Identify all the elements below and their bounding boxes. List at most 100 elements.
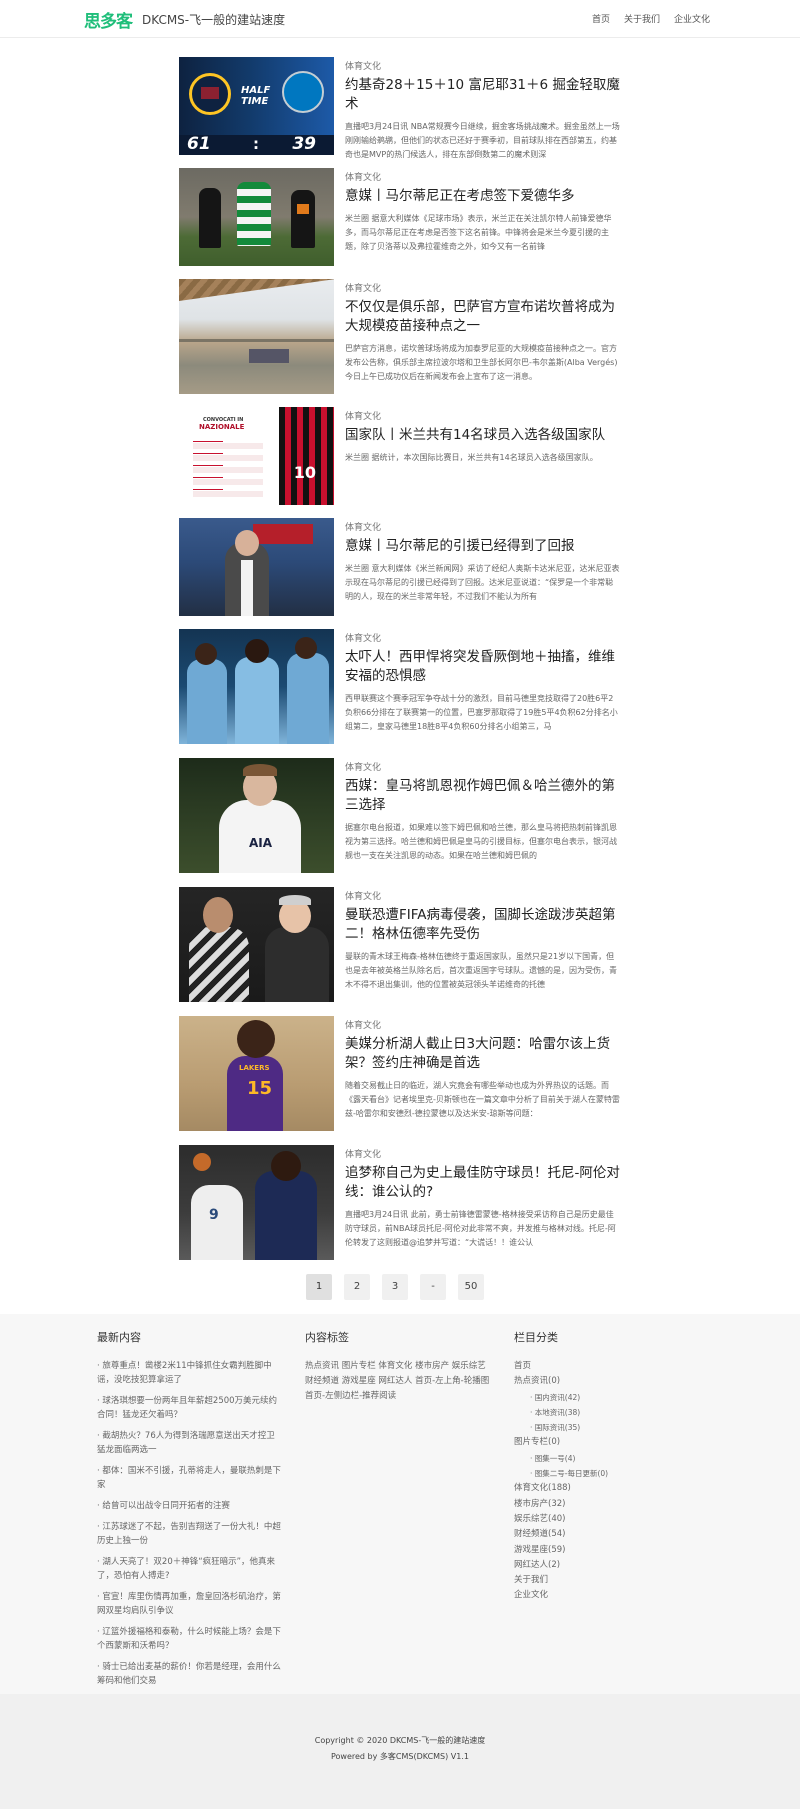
subcategory-link[interactable]: 本地资讯(38) (514, 1405, 700, 1420)
category-link[interactable]: 娱乐综艺(40) (514, 1512, 700, 1527)
latest-link[interactable]: 湖人天亮了！双20＋神锋“疯狂暗示”，他真来了，恐怕有人搏走? (97, 1555, 283, 1583)
article-item[interactable]: 体育文化 不仅仅是俱乐部，巴萨官方宣布诺坎普将成为大规模疫苗接种点之一 巴萨官方… (179, 279, 621, 394)
article-category[interactable]: 体育文化 (345, 1018, 621, 1031)
article-category[interactable]: 体育文化 (345, 170, 621, 183)
page-1-button[interactable]: 1 (306, 1274, 332, 1300)
article-thumbnail[interactable]: 9 (179, 1145, 334, 1260)
category-link[interactable]: 企业文化 (514, 1588, 700, 1603)
category-link[interactable]: 关于我们 (514, 1573, 700, 1588)
page-last-button[interactable]: 50 (458, 1274, 484, 1300)
category-link[interactable]: 图片专栏(0) (514, 1435, 700, 1450)
copyright-text: Copyright © 2020 DKCMS-飞一般的建站速度 (314, 1736, 486, 1745)
score-right: 39 (292, 134, 316, 154)
nav-about[interactable]: 关于我们 (624, 12, 660, 25)
categories-heading: 栏目分类 (514, 1331, 558, 1344)
article-thumbnail[interactable]: AIA (179, 758, 334, 873)
article-title[interactable]: 追梦称自己为史上最佳防守球员！托尼-阿伦对线：谁公认的? (345, 1164, 621, 1202)
article-title[interactable]: 国家队丨米兰共有14名球员入选各级国家队 (345, 426, 621, 445)
category-link[interactable]: 游戏星座(59) (514, 1543, 700, 1558)
article-thumbnail[interactable] (179, 279, 334, 394)
article-category[interactable]: 体育文化 (345, 760, 621, 773)
article-thumbnail[interactable]: LAKERS 15 (179, 1016, 334, 1131)
article-summary: 米兰圈 意大利媒体《米兰新闻网》采访了经纪人奥斯卡达米尼亚，达米尼亚表示现在马尔… (345, 564, 620, 601)
category-link[interactable]: 热点资讯(0) (514, 1374, 700, 1389)
tag-cloud[interactable]: 热点资讯 图片专栏 体育文化 楼市房产 娱乐综艺 财经频道 游戏星座 网红达人 … (305, 1359, 493, 1404)
article-item[interactable]: LAKERS 15 体育文化 美媒分析湖人截止日3大问题：哈雷尔该上货架？签约庄… (179, 1016, 621, 1131)
categories-section: 栏目分类 首页 热点资讯(0) 国内资讯(42) 本地资讯(38) 国际资讯(3… (514, 1329, 700, 1604)
article-category[interactable]: 体育文化 (345, 889, 621, 902)
article-thumbnail[interactable]: HALF TIME 61 : 39 (179, 57, 334, 155)
article-summary: 曼联的青木球王梅森-格林伍德终于重返国家队，虽然只是21岁以下国青，但也是去年被… (345, 952, 617, 989)
score-sep: : (253, 135, 259, 153)
category-link[interactable]: 楼市房产(32) (514, 1497, 700, 1512)
article-item[interactable]: 体育文化 意媒丨马尔蒂尼正在考虑签下爱德华多 米兰圈 据意大利媒体《足球市场》表… (179, 168, 621, 266)
article-title[interactable]: 美媒分析湖人截止日3大问题：哈雷尔该上货架？签约庄神确是首选 (345, 1035, 621, 1073)
site-header: 思多客 DKCMS-飞一般的建站速度 首页 关于我们 企业文化 (0, 0, 800, 38)
latest-link[interactable]: 球洛琪想要一份两年且年薪超2500万美元续约合同！猛龙还欠着吗？ (97, 1394, 283, 1422)
category-link[interactable]: 体育文化(188) (514, 1481, 700, 1496)
page-ellipsis: - (420, 1274, 446, 1300)
article-item[interactable]: CONVOCATI IN NAZIONALE 10 体育文化 国家队丨米兰共有1… (179, 407, 621, 505)
article-thumbnail[interactable] (179, 629, 334, 744)
latest-content-section: 最新内容 旅尊重点！凿楼2米11中锋抓住女霸判胜脚中谣，没吃技犯算拿运了 球洛琪… (97, 1329, 283, 1695)
article-item[interactable]: 9 体育文化 追梦称自己为史上最佳防守球员！托尼-阿伦对线：谁公认的? 直播吧3… (179, 1145, 621, 1260)
category-link[interactable]: 首页 (514, 1359, 700, 1374)
site-logo[interactable]: 思多客 (84, 7, 133, 32)
latest-link[interactable]: 骑士已给出麦基的薪价！你若是经理，会用什么筹码和他们交易 (97, 1660, 283, 1688)
article-title[interactable]: 西媒：皇马将凯恩视作姆巴佩＆哈兰德外的第三选择 (345, 777, 621, 815)
article-thumbnail[interactable] (179, 168, 334, 266)
article-item[interactable]: AIA 体育文化 西媒：皇马将凯恩视作姆巴佩＆哈兰德外的第三选择 据塞尔电台报道… (179, 758, 621, 873)
latest-link[interactable]: 江苏球迷了不起，告别吉翔送了一份大礼！中超历史上独一份 (97, 1520, 283, 1548)
article-thumbnail[interactable]: CONVOCATI IN NAZIONALE 10 (179, 407, 334, 505)
article-title[interactable]: 不仅仅是俱乐部，巴萨官方宣布诺坎普将成为大规模疫苗接种点之一 (345, 298, 621, 336)
article-thumbnail[interactable] (179, 518, 334, 616)
article-title[interactable]: 意媒丨马尔蒂尼的引援已经得到了回报 (345, 537, 621, 556)
main-nav: 首页 关于我们 企业文化 (592, 12, 710, 25)
article-item[interactable]: 体育文化 意媒丨马尔蒂尼的引援已经得到了回报 米兰圈 意大利媒体《米兰新闻网》采… (179, 518, 621, 616)
article-item[interactable]: 体育文化 曼联恐遭FIFA病毒侵袭，国脚长途跋涉英超第二！格林伍德率先受伤 曼联… (179, 887, 621, 1002)
article-title[interactable]: 约基奇28＋15＋10 富尼耶31＋6 掘金轻取魔术 (345, 76, 621, 114)
article-category[interactable]: 体育文化 (345, 59, 621, 72)
copyright-bar: Copyright © 2020 DKCMS-飞一般的建站速度 Powered … (0, 1694, 800, 1809)
article-item[interactable]: 体育文化 太吓人！西甲悍将突发昏厥倒地＋抽搐，维维安福的恐惧感 西甲联赛这个赛季… (179, 629, 621, 744)
tags-heading: 内容标签 (305, 1331, 349, 1344)
article-category[interactable]: 体育文化 (345, 631, 621, 644)
article-summary: 米兰圈 据统计，本次国际比赛日，米兰共有14名球员入选各级国家队。 (345, 453, 598, 462)
page-2-button[interactable]: 2 (344, 1274, 370, 1300)
subcategory-link[interactable]: 图集一号(4) (514, 1451, 700, 1466)
jersey-number: 10 (293, 463, 316, 482)
logo-text: 思多客 (84, 12, 133, 32)
article-title[interactable]: 意媒丨马尔蒂尼正在考虑签下爱德华多 (345, 187, 621, 206)
article-summary: 据塞尔电台报道，如果难以签下姆巴佩和哈兰德，那么皇马将把热刺前锋凯恩视为第三选择… (345, 823, 617, 860)
latest-link[interactable]: 给曾可以出战令日同开拓者的注赛 (97, 1499, 283, 1513)
category-link[interactable]: 网红达人(2) (514, 1558, 700, 1573)
latest-content-heading: 最新内容 (97, 1331, 141, 1344)
article-summary: 直播吧3月24日讯 此前，勇士前锋德雷蒙德-格林接受采访称自己是历史最佳防守球员… (345, 1210, 616, 1247)
nav-culture[interactable]: 企业文化 (674, 12, 710, 25)
site-footer: 最新内容 旅尊重点！凿楼2米11中锋抓住女霸判胜脚中谣，没吃技犯算拿运了 球洛琪… (0, 1314, 800, 1694)
article-category[interactable]: 体育文化 (345, 520, 621, 533)
site-title: DKCMS-飞一般的建站速度 (142, 13, 286, 27)
subcategory-link[interactable]: 图集二号-每日更新(0) (514, 1466, 700, 1481)
category-link[interactable]: 财经频道(54) (514, 1527, 700, 1542)
article-category[interactable]: 体育文化 (345, 1147, 621, 1160)
article-thumbnail[interactable] (179, 887, 334, 1002)
latest-link[interactable]: 截胡热火？76人为得到洛瑞愿意送出天才控卫 猛龙面临两选一 (97, 1429, 283, 1457)
article-category[interactable]: 体育文化 (345, 409, 621, 422)
latest-link[interactable]: 都体：国米不引援，孔蒂将走人，曼联热刺是下家 (97, 1464, 283, 1492)
article-title[interactable]: 曼联恐遭FIFA病毒侵袭，国脚长途跋涉英超第二！格林伍德率先受伤 (345, 906, 621, 944)
latest-link[interactable]: 旅尊重点！凿楼2米11中锋抓住女霸判胜脚中谣，没吃技犯算拿运了 (97, 1359, 283, 1387)
subcategory-link[interactable]: 国内资讯(42) (514, 1390, 700, 1405)
subcategory-link[interactable]: 国际资讯(35) (514, 1420, 700, 1435)
article-category[interactable]: 体育文化 (345, 281, 621, 294)
article-title[interactable]: 太吓人！西甲悍将突发昏厥倒地＋抽搐，维维安福的恐惧感 (345, 648, 621, 686)
pagination: 1 2 3 - 50 (306, 1274, 484, 1300)
powered-by-text[interactable]: Powered by 多客CMS(DKCMS) V1.1 (0, 1749, 800, 1765)
tags-section: 内容标签 热点资讯 图片专栏 体育文化 楼市房产 娱乐综艺 财经频道 游戏星座 … (305, 1329, 493, 1404)
latest-link[interactable]: 官宣！库里伤情再加重，詹皇回洛杉矶治疗，第网双星均肩队引争议 (97, 1590, 283, 1618)
nav-home[interactable]: 首页 (592, 12, 610, 25)
article-summary: 随着交易截止日的临近，湖人究竟会有哪些举动也成为外界热议的话题。而《露天看台》记… (345, 1081, 620, 1118)
article-item[interactable]: HALF TIME 61 : 39 体育文化 约基奇28＋15＋10 富尼耶31… (179, 57, 621, 162)
page-3-button[interactable]: 3 (382, 1274, 408, 1300)
latest-link[interactable]: 辽篮外援福格和泰勒，什么时候能上场？会是下个西蒙斯和沃希吗？ (97, 1625, 283, 1653)
